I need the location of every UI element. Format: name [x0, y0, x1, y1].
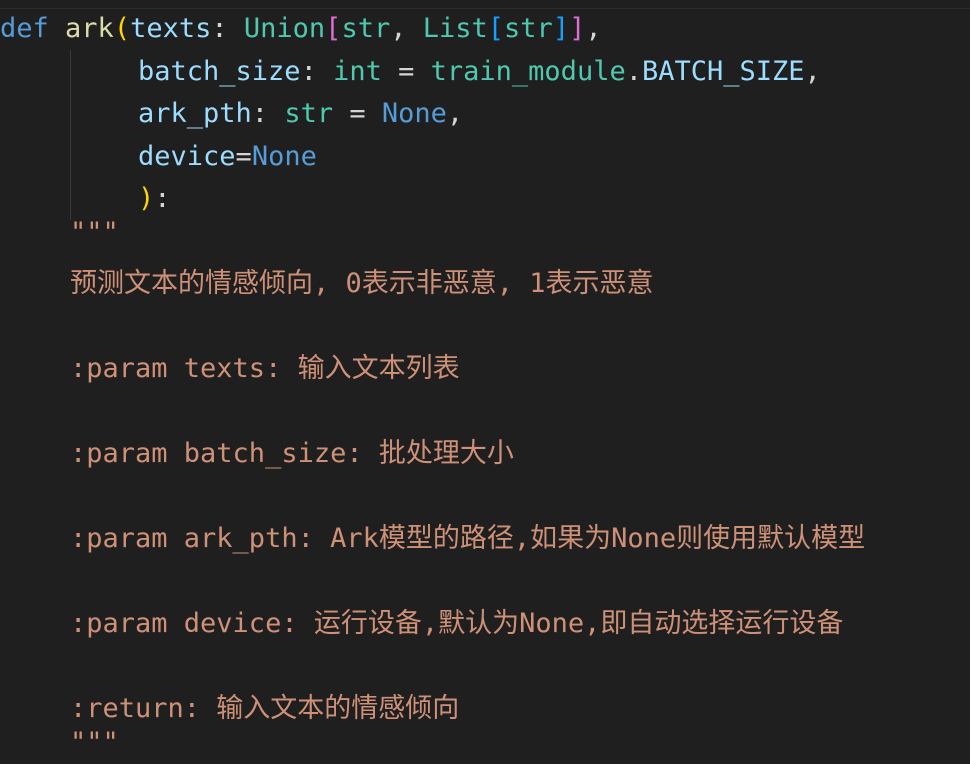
code-line-3[interactable]: ark_pth: str = None, [138, 93, 463, 135]
comma: , [446, 98, 464, 129]
type-list: List [422, 13, 488, 44]
type-int: int [333, 56, 382, 87]
comma: , [585, 13, 602, 44]
constant-batch-size: BATCH_SIZE [641, 56, 805, 87]
dot: . [625, 56, 642, 87]
docstring-param-texts[interactable]: :param texts: 输入文本列表 [70, 348, 460, 390]
type-union: Union [243, 13, 326, 44]
code-line-5[interactable]: ): [138, 178, 171, 220]
comma: , [390, 13, 423, 44]
comma: , [804, 56, 821, 87]
colon: : [251, 98, 285, 129]
param-device: device [138, 141, 236, 172]
code-line-1[interactable]: def ark(texts: Union[str, List[str]], [0, 8, 602, 50]
docstring-close[interactable]: """ [70, 722, 119, 764]
bracket-open-1: [ [325, 13, 342, 44]
function-name: ark [65, 13, 114, 44]
equals: = [381, 56, 431, 87]
docstring-param-ark-pth[interactable]: :param ark_pth: Ark模型的路径,如果为None则使用默认模型 [70, 518, 865, 560]
docstring-summary[interactable]: 预测文本的情感倾向, 0表示非恶意, 1表示恶意 [70, 263, 654, 305]
module-name: train_module [430, 56, 626, 87]
equals: = [333, 98, 382, 129]
bracket-open-2: [ [487, 13, 505, 44]
colon: : [154, 183, 171, 214]
type-str: str [504, 13, 553, 44]
docstring-param-batch-size[interactable]: :param batch_size: 批处理大小 [70, 433, 514, 475]
code-editor[interactable]: def ark(texts: Union[str, List[str]], ba… [0, 0, 970, 759]
type-str: str [341, 13, 391, 44]
param-batch-size: batch_size [138, 56, 301, 87]
docstring-return[interactable]: :return: 输入文本的情感倾向 [70, 688, 459, 730]
close-paren: ) [138, 183, 155, 214]
indent-guide [70, 50, 71, 220]
equals: = [235, 141, 252, 172]
param-ark-pth: ark_pth [138, 98, 252, 129]
bracket-close-2: ] [552, 13, 570, 44]
none-value: None [381, 98, 447, 129]
colon: : [300, 56, 334, 87]
code-line-4[interactable]: device=None [138, 136, 317, 178]
none-value: None [251, 141, 317, 172]
type-str: str [284, 98, 334, 129]
def-keyword: def [0, 13, 49, 44]
docstring-open[interactable]: """ [70, 212, 119, 254]
colon: : [211, 13, 244, 44]
docstring-param-device[interactable]: :param device: 运行设备,默认为None,即自动选择运行设备 [70, 603, 843, 645]
param-texts: texts [130, 13, 212, 44]
code-line-2[interactable]: batch_size: int = train_module.BATCH_SIZ… [138, 51, 821, 93]
open-paren: ( [113, 13, 131, 44]
bracket-close-1: ] [569, 13, 586, 44]
